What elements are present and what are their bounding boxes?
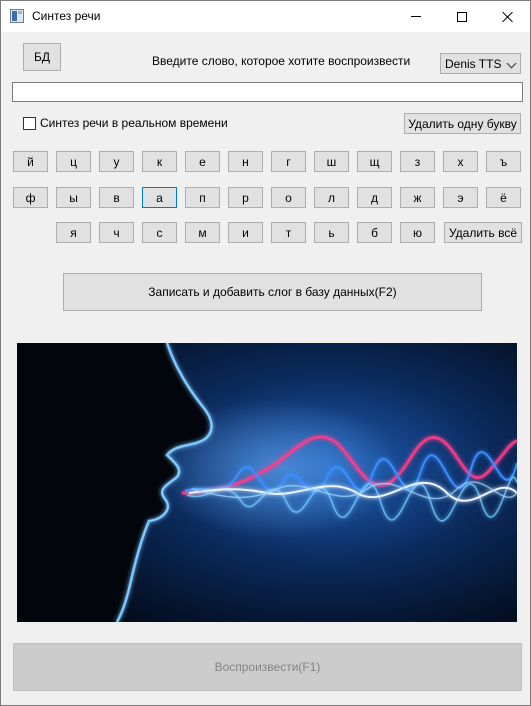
key-button[interactable]: а (142, 187, 177, 208)
key-button[interactable]: о (271, 187, 306, 208)
key-button[interactable]: б (357, 222, 392, 243)
key-button[interactable]: ф (13, 187, 48, 208)
delete-all-button[interactable]: Удалить всё (444, 222, 522, 243)
key-button[interactable]: я (56, 222, 91, 243)
key-button[interactable]: т (271, 222, 306, 243)
key-button[interactable]: е (185, 151, 220, 172)
key-button[interactable]: ь (314, 222, 349, 243)
key-button[interactable]: н (228, 151, 263, 172)
key-button[interactable]: ё (486, 187, 521, 208)
minimize-icon (411, 16, 421, 17)
delete-one-letter-button[interactable]: Удалить одну букву (404, 113, 521, 134)
key-button[interactable]: в (99, 187, 134, 208)
voice-select-value: Denis TTS (445, 57, 502, 71)
key-button[interactable]: д (357, 187, 392, 208)
key-button[interactable]: л (314, 187, 349, 208)
key-button[interactable]: ю (400, 222, 435, 243)
minimize-button[interactable] (393, 1, 439, 32)
key-button[interactable]: с (142, 222, 177, 243)
maximize-button[interactable] (439, 1, 485, 32)
key-button[interactable]: п (185, 187, 220, 208)
record-syllable-button[interactable]: Записать и добавить слог в базу данных(F… (63, 273, 482, 311)
word-input[interactable] (12, 82, 523, 102)
word-prompt-label: Введите слово, которое хотите воспроизве… (152, 54, 411, 68)
key-button[interactable]: г (271, 151, 306, 172)
key-button[interactable]: ы (56, 187, 91, 208)
maximize-icon (457, 11, 467, 22)
key-button[interactable]: ч (99, 222, 134, 243)
key-button[interactable]: з (400, 151, 435, 172)
chevron-down-icon (506, 58, 517, 69)
key-button[interactable]: ъ (486, 151, 521, 172)
key-button[interactable]: х (443, 151, 478, 172)
key-button[interactable]: к (142, 151, 177, 172)
key-button[interactable]: ц (56, 151, 91, 172)
voice-select[interactable]: Denis TTS (440, 53, 521, 74)
app-window-icon (10, 9, 24, 23)
title-bar[interactable]: Синтез речи (1, 1, 530, 32)
key-button[interactable]: у (99, 151, 134, 172)
key-button[interactable]: м (185, 222, 220, 243)
speech-waves-illustration (17, 343, 517, 622)
key-button[interactable]: ш (314, 151, 349, 172)
realtime-synthesis-label: Синтез речи в реальном времени (40, 116, 228, 130)
key-button[interactable]: и (228, 222, 263, 243)
close-button[interactable] (485, 1, 531, 32)
key-button[interactable]: э (443, 187, 478, 208)
key-button[interactable]: р (228, 187, 263, 208)
key-button[interactable]: ж (400, 187, 435, 208)
key-button[interactable]: й (13, 151, 48, 172)
realtime-synthesis-checkbox[interactable] (23, 117, 36, 130)
main-window: Синтез речи БД Введите слово, которое хо… (0, 0, 531, 706)
close-icon (502, 11, 514, 23)
speech-sound-waves-image (17, 343, 517, 622)
key-button[interactable]: щ (357, 151, 392, 172)
database-button[interactable]: БД (23, 43, 61, 71)
play-button[interactable]: Воспроизвести(F1) (13, 643, 522, 691)
window-title: Синтез речи (32, 9, 101, 23)
